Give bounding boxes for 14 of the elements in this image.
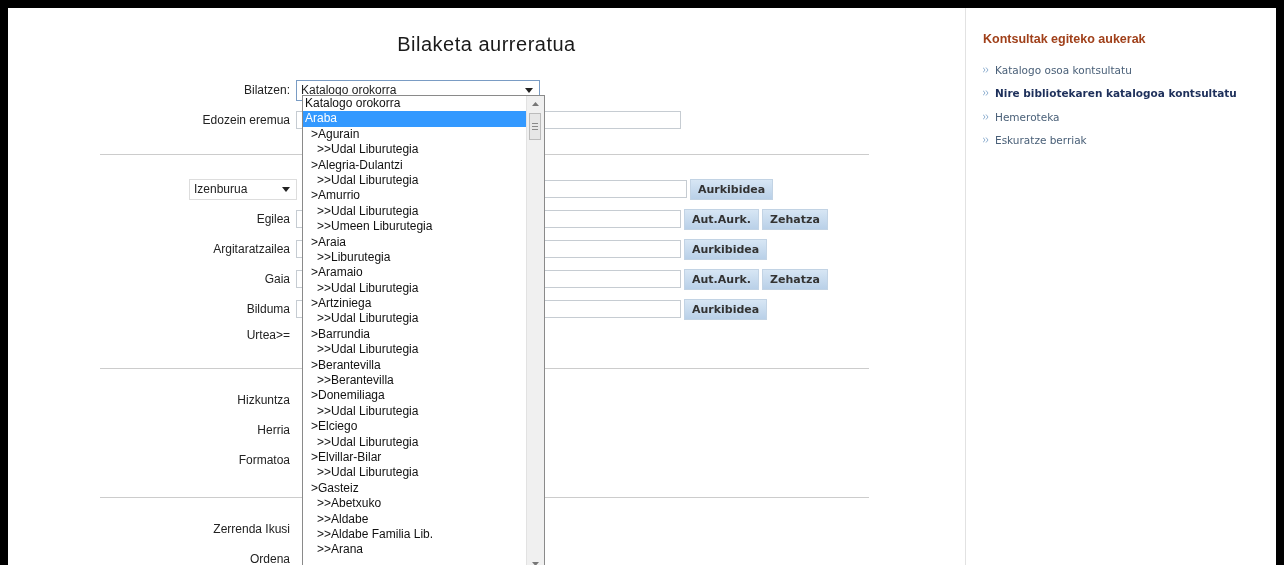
sidebar-title: Kontsultak egiteko aukerak <box>983 32 1147 46</box>
field-label: Bilduma <box>245 302 291 316</box>
field-label: Ordena <box>248 552 291 565</box>
field-label: Egilea <box>255 212 291 226</box>
field-label: Urtea>= <box>245 328 291 342</box>
field-label: Edozein eremua <box>201 113 291 127</box>
field-label: Zerrenda Ikusi <box>212 522 291 536</box>
field-label: Bilatzen: <box>242 83 291 97</box>
field-label: Argitaratzailea <box>212 242 291 256</box>
field-label: Herria <box>256 423 291 437</box>
field-label: Gaia <box>263 272 291 286</box>
field-label: Hizkuntza <box>236 393 291 407</box>
page-title: Bilaketa aurreratua <box>396 32 577 57</box>
field-label: Formatoa <box>237 453 291 467</box>
